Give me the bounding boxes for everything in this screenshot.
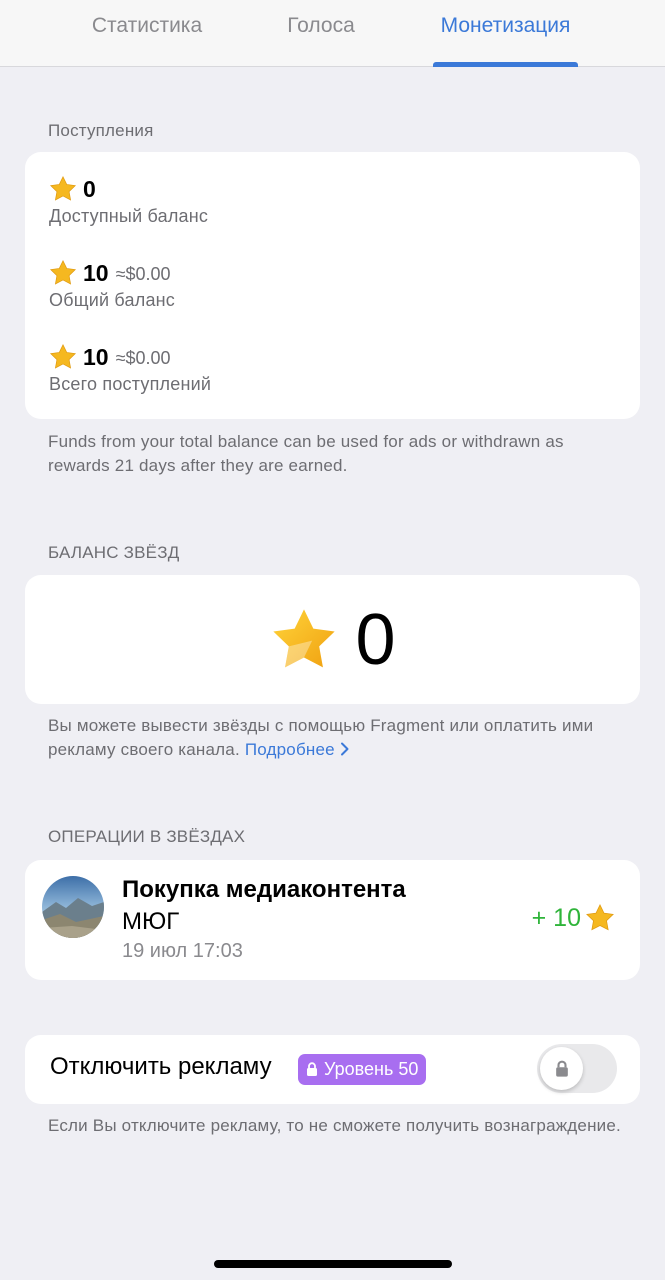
tab-monetization-label: Монетизация [440,14,571,37]
transaction-title: Покупка медиаконтента [122,876,406,903]
disable-ads-row: Отключить рекламу Уровень 50 [25,1035,640,1104]
transaction-amount: + 10 [532,903,615,933]
tab-statistics-label: Статистика [91,14,203,37]
stars-balance-card: 0 [25,575,640,704]
tab-monetization[interactable]: Монетизация [433,14,578,67]
transaction-row[interactable]: Покупка медиаконтента МЮГ 19 июл 17:03 +… [25,860,640,980]
stars-balance-note: Вы можете вывести звёзды с помощью Fragm… [48,714,628,762]
home-indicator [214,1260,452,1268]
stars-balance-value: 0 [355,600,396,680]
level-badge: Уровень 50 [298,1054,427,1085]
tab-bar: Статистика Голоса Монетизация [0,0,665,67]
total-income-label: Всего поступлений [49,374,212,394]
avatar [42,876,104,938]
learn-more-label: Подробнее [244,740,335,759]
tab-active-indicator [433,62,578,67]
income-header: Поступления [48,121,154,140]
total-balance-usd: ≈$0.00 [115,264,171,284]
income-card: 0 Доступный баланс 10 ≈$0.00 Общий балан… [25,152,640,419]
stars-balance-header: БАЛАНС ЗВЁЗД [48,543,180,562]
available-balance-label: Доступный баланс [49,206,209,226]
learn-more-link[interactable]: Подробнее [245,740,350,759]
total-balance-value: 10 [83,259,109,286]
transaction-date: 19 июл 17:03 [122,940,243,962]
level-badge-label: Уровень 50 [324,1059,419,1079]
transaction-subtitle: МЮГ [122,908,180,935]
disable-ads-note: Если Вы отключите рекламу, то не сможете… [48,1116,621,1135]
lock-icon [307,1062,317,1076]
available-balance-value: 0 [83,175,96,202]
total-balance-label: Общий баланс [49,290,175,310]
total-income-usd: ≈$0.00 [115,348,171,368]
star-icon [49,259,77,285]
star-icon [273,609,336,668]
total-income: 10 ≈$0.00 Всего поступлений [49,342,211,395]
star-icon [586,904,614,931]
chevron-right-icon [340,742,349,756]
available-balance: 0 Доступный баланс [49,174,208,227]
total-income-value: 10 [83,343,109,370]
star-icon [49,175,77,201]
transaction-amount-value: + 10 [531,903,581,932]
star-icon [49,343,77,369]
disable-ads-toggle[interactable] [537,1044,617,1093]
toggle-knob [540,1047,583,1090]
total-balance: 10 ≈$0.00 Общий баланс [49,258,175,311]
income-note: Funds from your total balance can be use… [48,432,564,475]
tab-votes[interactable]: Голоса [284,14,358,67]
operations-header: ОПЕРАЦИИ В ЗВЁЗДАХ [48,827,246,846]
lock-icon [555,1060,568,1077]
tab-statistics[interactable]: Статистика [86,14,208,67]
disable-ads-label: Отключить рекламу [50,1053,272,1080]
tab-votes-label: Голоса [287,14,355,37]
